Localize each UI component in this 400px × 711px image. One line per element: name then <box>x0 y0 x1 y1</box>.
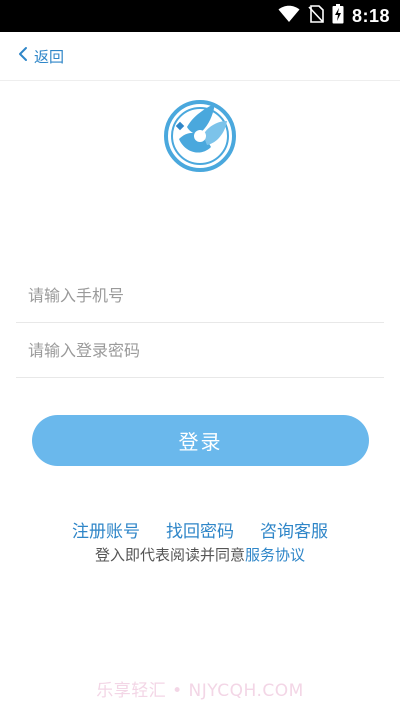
no-sim-icon <box>308 5 324 27</box>
wifi-icon <box>278 5 300 27</box>
chevron-left-icon <box>18 46 28 66</box>
phone-field-container <box>16 268 384 323</box>
service-agreement-link[interactable]: 服务协议 <box>245 546 305 564</box>
phone-input[interactable] <box>16 268 384 322</box>
links-row: 注册账号 找回密码 咨询客服 <box>0 515 400 543</box>
password-input[interactable] <box>16 323 384 377</box>
header: 返回 <box>0 32 400 81</box>
customer-service-link[interactable]: 咨询客服 <box>260 517 328 542</box>
agreement-prefix: 登入即代表阅读并同意 <box>94 546 245 564</box>
agreement-text: 登入即代表阅读并同意服务协议 <box>0 544 400 568</box>
login-button[interactable]: 登录 <box>32 415 369 466</box>
back-button[interactable]: 返回 <box>18 32 64 80</box>
battery-charging-icon <box>332 4 344 28</box>
password-field-container <box>16 323 384 378</box>
back-label: 返回 <box>34 47 65 66</box>
watermark: 乐享轻汇 • NJYCQH.COM <box>96 681 304 701</box>
recover-password-link[interactable]: 找回密码 <box>166 517 234 542</box>
app-logo <box>163 99 237 173</box>
register-link[interactable]: 注册账号 <box>72 517 140 542</box>
status-icons: 8:18 <box>278 0 390 32</box>
status-bar: 8:18 <box>0 0 400 32</box>
status-time: 8:18 <box>351 5 390 26</box>
